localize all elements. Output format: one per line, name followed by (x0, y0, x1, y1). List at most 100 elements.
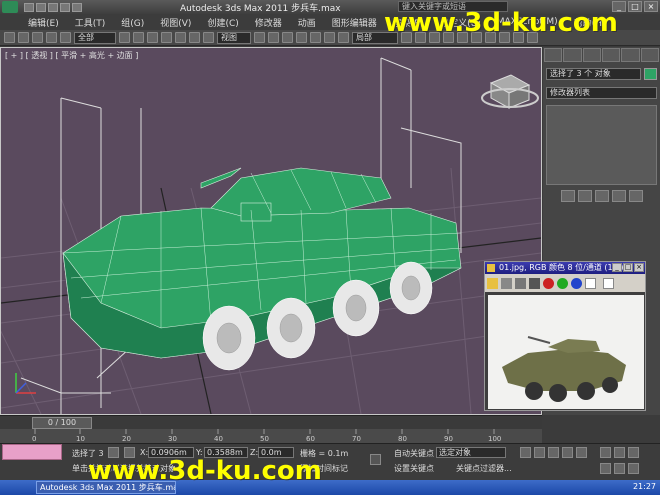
set-key-icon[interactable] (370, 454, 381, 465)
view-cube-icon[interactable] (481, 74, 539, 109)
go-to-start-icon[interactable] (520, 447, 531, 458)
select-object-icon[interactable] (119, 32, 130, 43)
image-maximize-button[interactable]: □ (623, 263, 633, 272)
configure-sets-icon[interactable] (628, 190, 643, 202)
window-crossing-icon[interactable] (161, 32, 172, 43)
pivot-icon[interactable] (254, 32, 265, 43)
new-file-icon[interactable] (24, 2, 34, 12)
red-channel-icon[interactable] (543, 277, 554, 289)
clone-image-icon[interactable] (501, 277, 512, 289)
unlink-icon[interactable] (46, 32, 57, 43)
link-icon[interactable] (32, 32, 43, 43)
app-logo-icon[interactable] (2, 1, 18, 13)
play-icon[interactable] (548, 447, 559, 458)
select-by-name-icon[interactable] (133, 32, 144, 43)
time-slider[interactable]: 0 / 100 (0, 415, 542, 429)
background-color-swatch[interactable] (603, 277, 614, 289)
reference-coord-dropdown[interactable]: 视图 (217, 31, 251, 44)
save-image-icon[interactable] (487, 277, 498, 289)
make-unique-icon[interactable] (594, 190, 609, 202)
image-minimize-button[interactable]: _ (612, 263, 622, 272)
save-file-icon[interactable] (48, 2, 58, 12)
menu-graph-editors[interactable]: 图形编辑器 (324, 16, 385, 29)
maximize-button[interactable]: □ (628, 1, 642, 12)
undo-toolbar-icon[interactable] (4, 32, 15, 43)
modify-tab-icon[interactable] (563, 48, 582, 62)
next-frame-icon[interactable] (562, 447, 573, 458)
vehicle-model[interactable] (62, 167, 462, 359)
taskbar-clock: 21:27 (632, 482, 656, 491)
blue-channel-icon[interactable] (571, 277, 582, 289)
trackbar-ticks: 0 10 20 30 40 50 60 70 80 90 100 (32, 429, 501, 443)
clear-image-icon[interactable] (529, 277, 540, 289)
move-icon[interactable] (175, 32, 186, 43)
percent-snap-icon[interactable] (324, 32, 335, 43)
utilities-tab-icon[interactable] (640, 48, 659, 62)
rect-selection-icon[interactable] (147, 32, 158, 43)
menu-tools[interactable]: 工具(T) (67, 16, 114, 29)
redo-toolbar-icon[interactable] (18, 32, 29, 43)
window-title: Autodesk 3ds Max 2011 步兵车.max (180, 4, 341, 14)
tick-label: 30 (168, 435, 177, 443)
set-key-button[interactable]: 设置关键点 (394, 463, 434, 474)
watermark-top: www.3d-ku.com (384, 8, 618, 38)
command-panel-tabs (543, 47, 660, 63)
key-filters-button[interactable]: 关键点过滤器... (456, 463, 512, 474)
scale-icon[interactable] (203, 32, 214, 43)
selection-filter-dropdown[interactable]: 全部 (74, 31, 116, 44)
pan-icon[interactable] (600, 463, 611, 474)
viewport-label[interactable]: [ + ] [ 透视 ] [ 平滑 + 高光 + 边面 ] (5, 50, 138, 61)
select-manipulate-icon[interactable] (268, 32, 279, 43)
zoom-icon[interactable] (600, 447, 611, 458)
rotate-icon[interactable] (189, 32, 200, 43)
maximize-viewport-icon[interactable] (628, 463, 639, 474)
remove-modifier-icon[interactable] (611, 190, 626, 202)
menu-animation[interactable]: 动画 (290, 16, 324, 29)
hierarchy-tab-icon[interactable] (582, 48, 601, 62)
menu-edit[interactable]: 编辑(E) (20, 16, 67, 29)
bind-spacewarp-icon[interactable] (60, 32, 71, 43)
print-image-icon[interactable] (515, 277, 526, 289)
mono-channel-icon[interactable] (585, 277, 596, 289)
motion-tab-icon[interactable] (601, 48, 621, 62)
viewport-scene (1, 57, 541, 414)
menu-view[interactable]: 视图(V) (152, 16, 199, 29)
keyboard-shortcut-icon[interactable] (282, 32, 293, 43)
zoom-all-icon[interactable] (614, 447, 625, 458)
modifier-list-dropdown[interactable]: 修改器列表 (546, 87, 657, 99)
modifier-stack[interactable] (546, 105, 657, 185)
go-to-end-icon[interactable] (576, 447, 587, 458)
angle-snap-icon[interactable] (310, 32, 321, 43)
menu-create[interactable]: 创建(C) (199, 16, 246, 29)
perspective-viewport[interactable]: [ + ] [ 透视 ] [ 平滑 + 高光 + 边面 ] (0, 47, 542, 415)
orbit-icon[interactable] (614, 463, 625, 474)
app-window: Autodesk 3ds Max 2011 步兵车.max 键入关键字或短语 _… (0, 0, 660, 495)
tick-label: 50 (260, 435, 269, 443)
image-viewer-window[interactable]: 01.jpg, RGB 颜色 8 位/通道 (1:1) _ □ × (484, 261, 646, 411)
pin-stack-icon[interactable] (560, 190, 575, 202)
maxscript-listener[interactable] (2, 444, 62, 460)
tick-label: 70 (352, 435, 361, 443)
snap-icon[interactable] (296, 32, 307, 43)
menu-group[interactable]: 组(G) (113, 16, 152, 29)
zoom-extents-icon[interactable] (628, 447, 639, 458)
create-tab-icon[interactable] (544, 48, 563, 62)
selected-dropdown[interactable]: 选定对象 (436, 447, 506, 458)
object-name-field[interactable]: 选择了 3 个 对象 (546, 68, 641, 80)
auto-key-button[interactable]: 自动关键点 (394, 448, 434, 459)
redo-icon[interactable] (72, 2, 82, 12)
green-channel-icon[interactable] (557, 277, 568, 289)
undo-icon[interactable] (60, 2, 70, 12)
close-button[interactable]: × (644, 1, 658, 12)
image-window-toolbar (485, 274, 645, 292)
menu-modifiers[interactable]: 修改器 (247, 16, 290, 29)
object-color-swatch[interactable] (644, 68, 657, 80)
image-close-button[interactable]: × (634, 263, 644, 272)
image-window-titlebar[interactable]: 01.jpg, RGB 颜色 8 位/通道 (1:1) _ □ × (485, 262, 645, 274)
spinner-snap-icon[interactable] (338, 32, 349, 43)
display-tab-icon[interactable] (621, 48, 640, 62)
open-file-icon[interactable] (36, 2, 46, 12)
previous-frame-icon[interactable] (534, 447, 545, 458)
show-end-result-icon[interactable] (577, 190, 592, 202)
time-slider-thumb[interactable]: 0 / 100 (32, 417, 92, 429)
